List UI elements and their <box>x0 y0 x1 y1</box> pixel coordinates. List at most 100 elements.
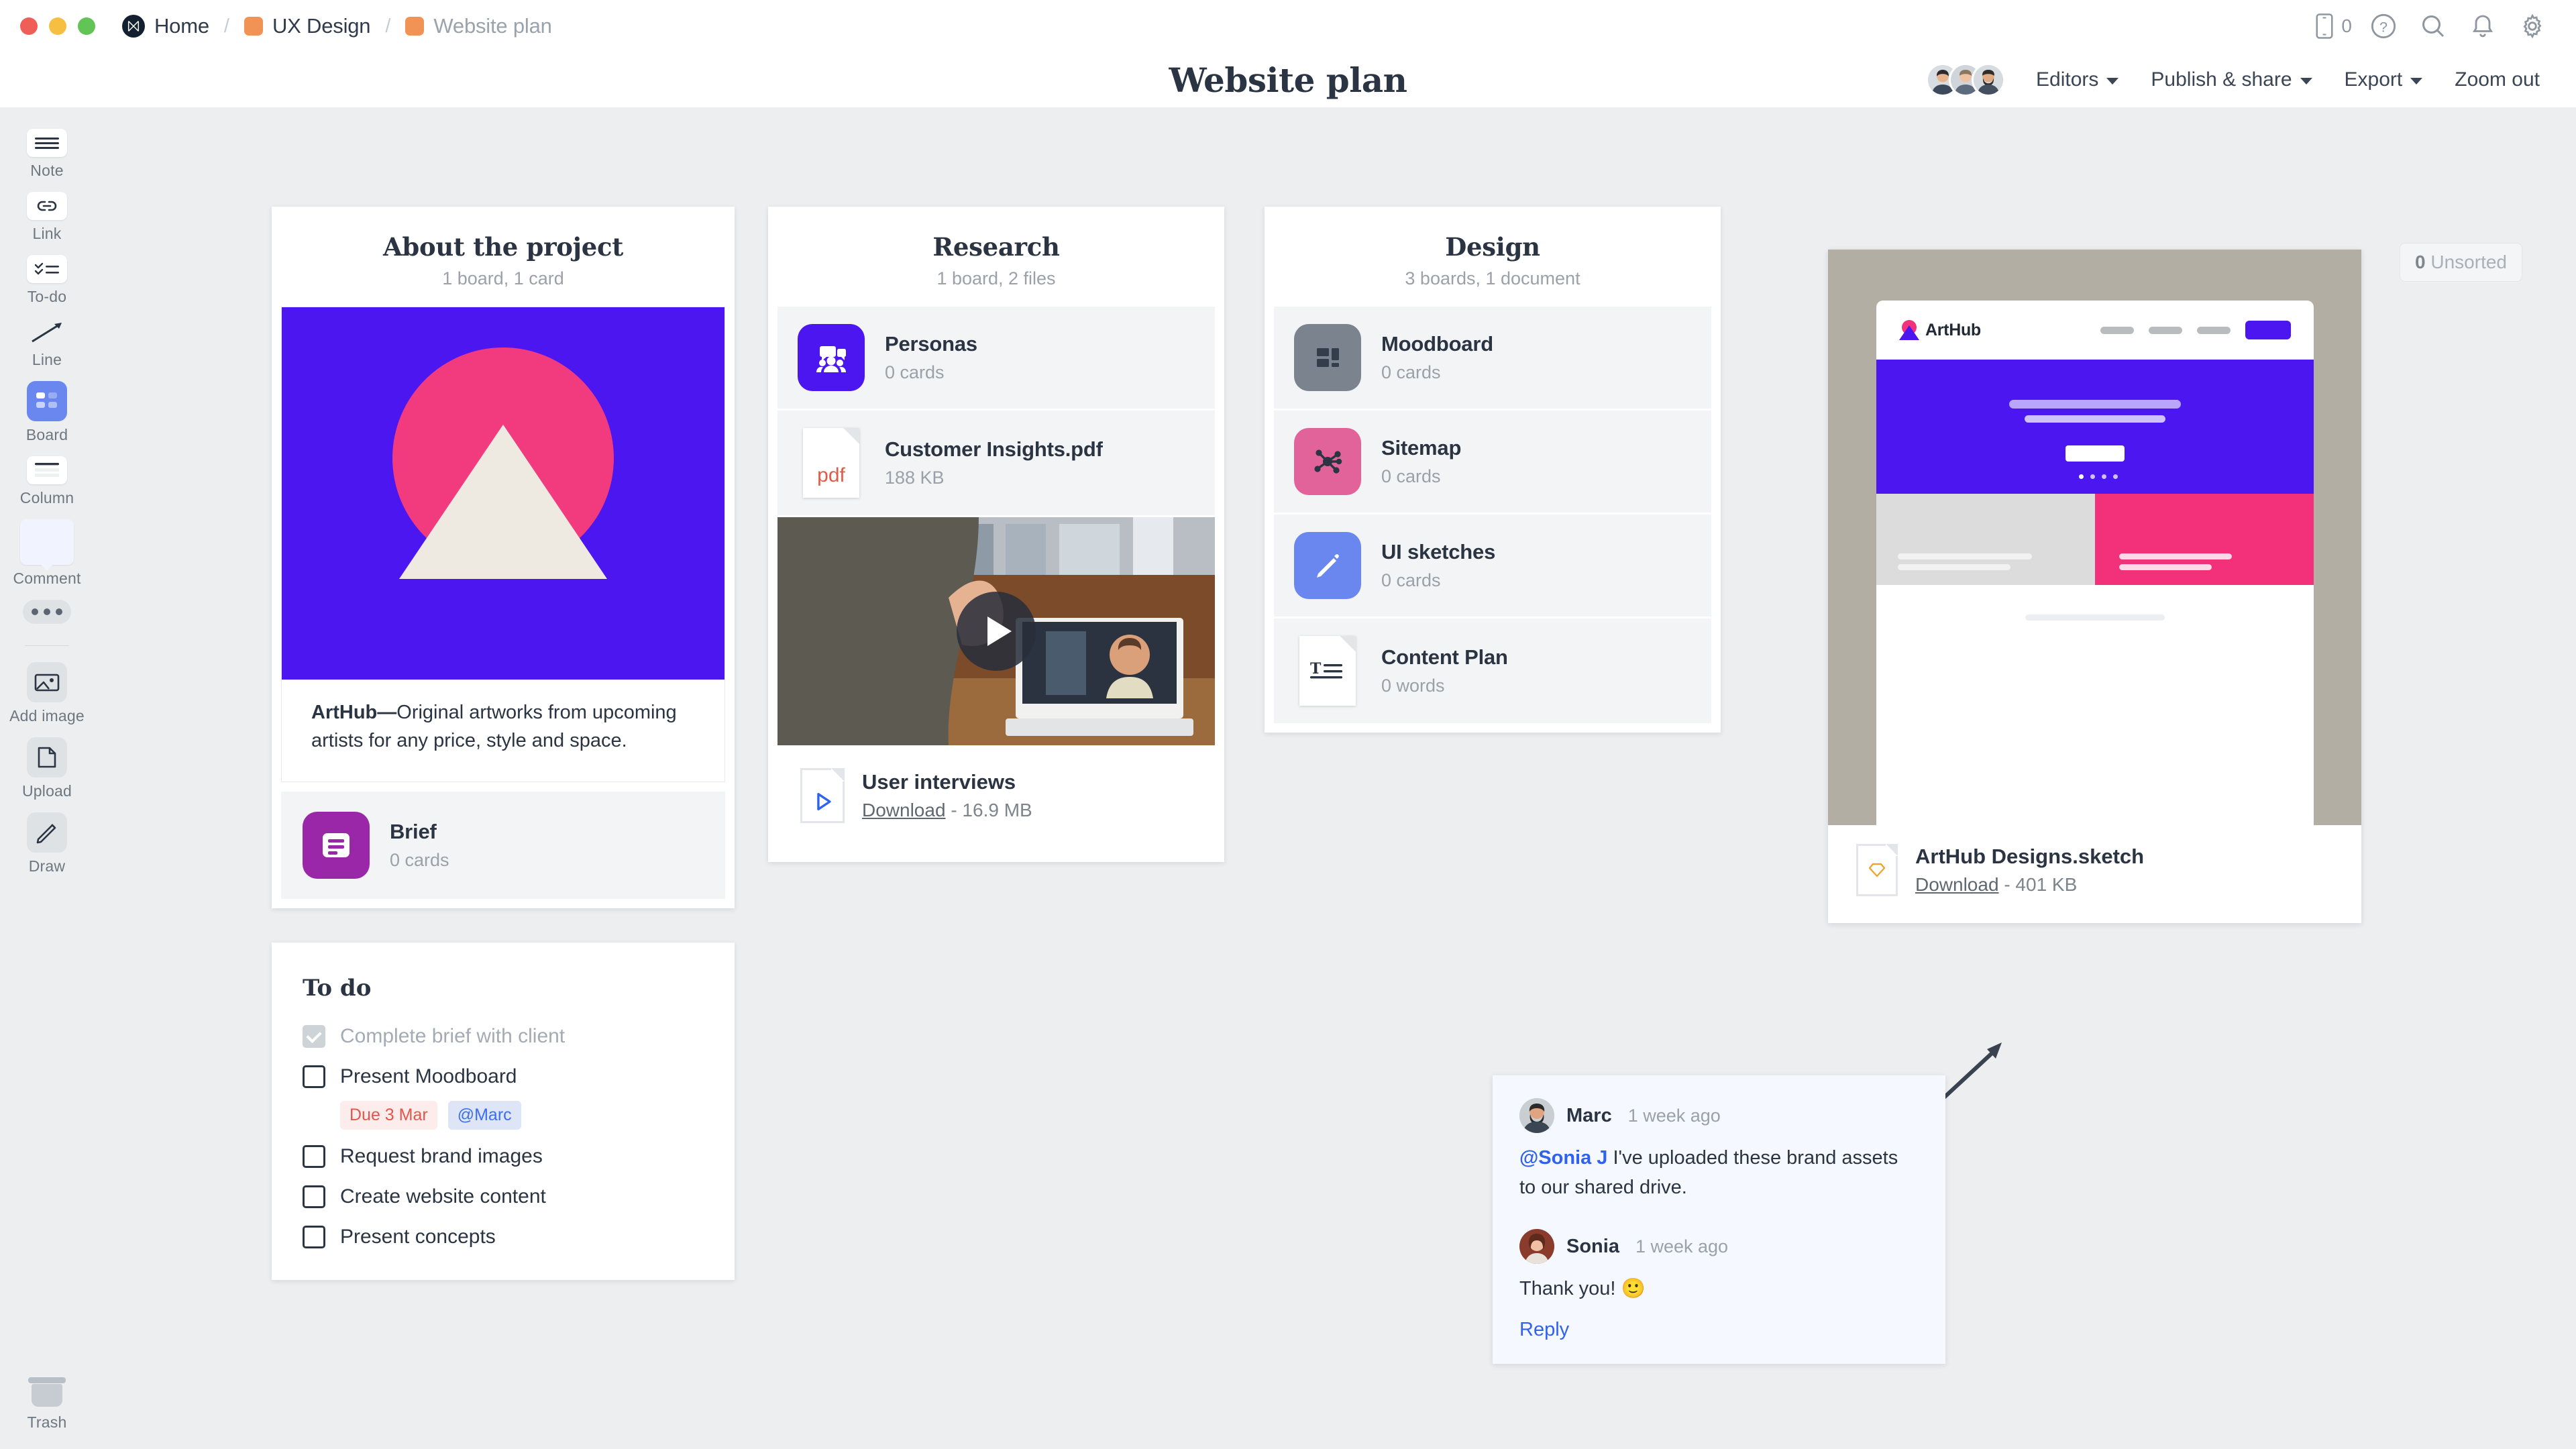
project-image-note[interactable]: ArtHub—Original artworks from upcoming a… <box>281 307 725 783</box>
comment-author: Sonia <box>1566 1235 1619 1257</box>
zoom-out-button[interactable]: Zoom out <box>2438 60 2556 100</box>
breadcrumb-item-website-plan[interactable]: Website plan <box>400 14 557 38</box>
todo-item[interactable]: Create website content <box>272 1177 735 1217</box>
mobile-preview-button[interactable]: 0 <box>2312 13 2359 40</box>
editors-menu-button[interactable]: Editors <box>2020 60 2135 100</box>
card-subtitle: 1 board, 2 files <box>936 268 1056 288</box>
line-arrow-icon <box>27 318 67 346</box>
board-list-item-brief[interactable]: Brief 0 cards <box>281 792 725 900</box>
board-list-item-ui-sketches[interactable]: UI sketches 0 cards <box>1274 515 1711 616</box>
sidebar-tool-label: Add image <box>9 707 85 724</box>
play-button[interactable] <box>957 592 1036 671</box>
board-list-item-customer-insights-pdf[interactable]: pdf Customer Insights.pdf 188 KB <box>777 411 1215 515</box>
comment-card[interactable]: Marc 1 week ago @Sonia J I've uploaded t… <box>1493 1075 1945 1364</box>
todo-item[interactable]: Request brand images <box>272 1136 735 1177</box>
pdf-badge-label: pdf <box>817 464 845 486</box>
todo-icon <box>27 255 67 283</box>
board-list-item-sitemap[interactable]: Sitemap 0 cards <box>1274 411 1711 513</box>
pencil-icon <box>27 812 67 853</box>
notifications-button[interactable] <box>2458 0 2508 52</box>
todo-item[interactable]: Present concepts <box>272 1217 735 1257</box>
sidebar-tool-link[interactable]: Link <box>0 192 94 243</box>
sidebar-tool-note[interactable]: Note <box>0 129 94 180</box>
sidebar-tool-add-image[interactable]: Add image <box>0 662 94 725</box>
sidebar-tool-board[interactable]: Board <box>0 381 94 444</box>
video-file-name: User interviews <box>862 770 1016 794</box>
card-header: Design 3 boards, 1 document <box>1265 207 1721 307</box>
note-icon <box>27 129 67 157</box>
todo-card[interactable]: To do Complete brief with client Present… <box>272 943 735 1280</box>
checkbox-checked[interactable] <box>303 1025 325 1048</box>
publish-share-menu-button[interactable]: Publish & share <box>2135 60 2328 100</box>
board-list-item-personas[interactable]: Personas 0 cards <box>777 307 1215 409</box>
todo-item[interactable]: Present Moodboard <box>272 1057 735 1097</box>
list-item-name: Moodboard <box>1381 332 1493 356</box>
maximize-window-button[interactable] <box>78 17 95 35</box>
publish-share-label: Publish & share <box>2151 68 2292 91</box>
checkbox[interactable] <box>303 1185 325 1208</box>
download-link[interactable]: Download <box>862 800 946 820</box>
mockup-nav-items <box>2100 321 2291 339</box>
card-title: Design <box>1445 232 1540 262</box>
trash-icon <box>28 1377 66 1407</box>
assignee-tag[interactable]: @Marc <box>447 1101 521 1130</box>
sidebar-tool-line[interactable]: Line <box>0 318 94 369</box>
list-item-name: Brief <box>390 820 437 844</box>
editor-avatars[interactable] <box>1926 63 2006 97</box>
board-card-design[interactable]: Design 3 boards, 1 document Moodboard 0 … <box>1265 207 1721 733</box>
sidebar-tool-more[interactable] <box>0 600 94 624</box>
board-canvas[interactable]: 0 Unsorted About the project 1 board, 1 … <box>94 107 2576 1449</box>
personas-icon <box>798 324 865 391</box>
video-file-sub: Download - 16.9 MB <box>862 800 1032 821</box>
sidebar-tool-label: Comment <box>13 570 81 587</box>
unsorted-badge[interactable]: 0 Unsorted <box>2400 243 2522 282</box>
sidebar-tool-draw[interactable]: Draw <box>0 812 94 875</box>
orange-folder-swatch-icon-2 <box>405 17 425 36</box>
breadcrumb: Home / UX Design / Website plan <box>117 14 557 38</box>
sidebar-divider <box>25 645 69 646</box>
breadcrumb-separator: / <box>223 15 229 37</box>
board-card-about-the-project[interactable]: About the project 1 board, 1 card ArtHub… <box>272 207 735 909</box>
board-list-item-content-plan[interactable]: T Content Plan 0 words <box>1274 619 1711 723</box>
minimize-window-button[interactable] <box>49 17 66 35</box>
due-date-tag[interactable]: Due 3 Mar <box>340 1101 437 1130</box>
list-item-meta: 0 cards <box>1381 362 1441 382</box>
checkbox[interactable] <box>303 1065 325 1088</box>
help-icon: ? <box>2370 13 2397 40</box>
column-icon <box>27 456 67 484</box>
sidebar-tool-todo[interactable]: To-do <box>0 255 94 306</box>
comment-entry: Sonia 1 week ago Thank you! 🙂 Reply <box>1519 1229 1919 1341</box>
download-link[interactable]: Download <box>1915 874 1999 895</box>
todo-item[interactable]: Complete brief with client <box>272 1016 735 1057</box>
breadcrumb-item-ux-design[interactable]: UX Design <box>239 14 376 38</box>
breadcrumb-item-home[interactable]: Home <box>117 14 215 38</box>
board-card-research[interactable]: Research 1 board, 2 files Personas 0 car… <box>768 207 1224 862</box>
sidebar-tool-label: To-do <box>27 288 67 305</box>
search-button[interactable] <box>2408 0 2458 52</box>
board-list-item-moodboard[interactable]: Moodboard 0 cards <box>1274 307 1711 409</box>
close-window-button[interactable] <box>20 17 38 35</box>
checkbox[interactable] <box>303 1226 325 1248</box>
comment-mention[interactable]: @Sonia J <box>1519 1147 1607 1169</box>
sidebar-tool-label: Link <box>32 225 62 242</box>
comment-body: Thank you! 🙂 <box>1519 1275 1919 1304</box>
video-file-meta: User interviews Download - 16.9 MB <box>777 745 1215 853</box>
sidebar-tool-column[interactable]: Column <box>0 456 94 507</box>
checkbox[interactable] <box>303 1145 325 1168</box>
mockup-navbar: ArtHub <box>1876 301 2314 360</box>
sidebar-tool-upload[interactable]: Upload <box>0 737 94 800</box>
sketch-file-size: 401 KB <box>2015 874 2078 895</box>
tool-sidebar: Note Link To-do Line Board Column Commen… <box>0 107 94 1449</box>
trash-button[interactable]: Trash <box>0 1377 94 1432</box>
reply-link[interactable]: Reply <box>1519 1319 1919 1341</box>
comment-author: Marc <box>1566 1104 1612 1126</box>
sidebar-tool-label: Draw <box>28 857 66 875</box>
video-file-card[interactable]: User interviews Download - 16.9 MB <box>777 517 1215 853</box>
sketch-file-card[interactable]: ArtHub ArtHub Designs.sketch Download - … <box>1828 250 2361 923</box>
list-item-meta: 0 cards <box>885 362 945 382</box>
help-button[interactable]: ? <box>2359 0 2408 52</box>
export-menu-button[interactable]: Export <box>2328 60 2439 100</box>
sidebar-tool-comment[interactable]: Comment <box>0 519 94 588</box>
avatar <box>1972 63 2006 97</box>
settings-button[interactable] <box>2508 0 2557 52</box>
